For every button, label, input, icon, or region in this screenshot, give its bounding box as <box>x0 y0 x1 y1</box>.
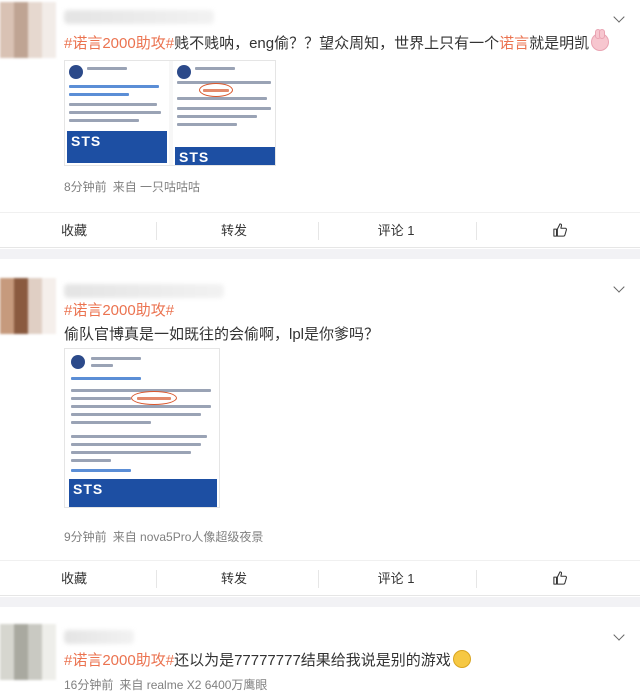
hashtag-link[interactable]: #诺言2000助攻# <box>64 652 174 669</box>
chevron-down-icon[interactable] <box>612 12 626 26</box>
screenshot-column: STS <box>65 349 219 507</box>
post-text: #诺言2000助攻#贱不贱呐，eng偷？？望众周知，世界上只有一个诺言就是明凯 <box>64 29 610 55</box>
post-text: #诺言2000助攻#还以为是77777777结果给我说是别的游戏 <box>64 650 471 672</box>
post-meta: 8分钟前 来自 一只咕咕咕 <box>64 178 200 195</box>
avatar[interactable] <box>0 624 56 680</box>
post-text: 偷队官博真是一如既往的会偷啊，lpl是你爹吗？ <box>64 326 380 343</box>
username-blurred[interactable] <box>64 10 214 24</box>
post-3: #诺言2000助攻#还以为是77777777结果给我说是别的游戏 16分钟前 来自… <box>0 608 640 696</box>
action-bar: 收藏 转发 评论 1 <box>0 212 640 248</box>
post-time: 9分钟前 <box>64 530 107 544</box>
post-source[interactable]: 来自 一只咕咕咕 <box>113 180 200 194</box>
like-button[interactable] <box>480 561 640 597</box>
comment-button[interactable]: 评论 1 <box>320 213 472 249</box>
post-source[interactable]: 来自 realme X2 6400万鹰眼 <box>119 678 267 692</box>
post-time: 8分钟前 <box>64 180 107 194</box>
thumbs-up-icon <box>553 571 567 585</box>
comment-button[interactable]: 评论 1 <box>320 561 472 597</box>
post-image-screenshot[interactable]: STS STS <box>64 60 276 166</box>
hashtag-link[interactable]: #诺言2000助攻# <box>64 35 174 52</box>
like-button[interactable] <box>480 213 640 249</box>
dizzy-emoji <box>452 650 471 668</box>
username-blurred[interactable] <box>64 630 134 644</box>
mention-link[interactable]: 诺言 <box>499 35 529 52</box>
repost-button[interactable]: 转发 <box>160 213 308 249</box>
post-meta: 9分钟前 来自 nova5Pro人像超级夜景 <box>64 528 263 545</box>
post-divider <box>0 597 640 607</box>
screenshot-right-column: STS <box>173 61 275 165</box>
post-divider <box>0 249 640 259</box>
thumbs-up-icon <box>553 223 567 237</box>
hashtag-link[interactable]: #诺言2000助攻# <box>64 302 174 319</box>
chevron-down-icon[interactable] <box>612 282 626 296</box>
post-image-screenshot[interactable]: STS <box>64 348 220 508</box>
post-meta: 16分钟前 来自 realme X2 6400万鹰眼 <box>64 676 267 693</box>
action-bar: 收藏 转发 评论 1 <box>0 560 640 596</box>
post-2: #诺言2000助攻# 偷队官博真是一如既往的会偷啊，lpl是你爹吗？ STS 9… <box>0 260 640 560</box>
collect-button[interactable]: 收藏 <box>0 561 148 597</box>
screenshot-banner-text: STS <box>73 481 104 497</box>
avatar[interactable] <box>0 278 56 334</box>
username-blurred[interactable] <box>64 284 224 298</box>
post-1: #诺言2000助攻#贱不贱呐，eng偷？？望众周知，世界上只有一个诺言就是明凯 … <box>0 0 640 212</box>
post-source[interactable]: 来自 nova5Pro人像超级夜景 <box>113 530 264 544</box>
screenshot-left-column: STS <box>65 61 169 165</box>
avatar[interactable] <box>0 2 56 58</box>
post-time: 16分钟前 <box>64 678 114 692</box>
screenshot-banner-text: STS <box>71 133 102 149</box>
bunny-emoji <box>591 29 610 51</box>
repost-button[interactable]: 转发 <box>160 561 308 597</box>
chevron-down-icon[interactable] <box>612 630 626 644</box>
post-hashtag-line: #诺言2000助攻# <box>64 300 174 322</box>
collect-button[interactable]: 收藏 <box>0 213 148 249</box>
